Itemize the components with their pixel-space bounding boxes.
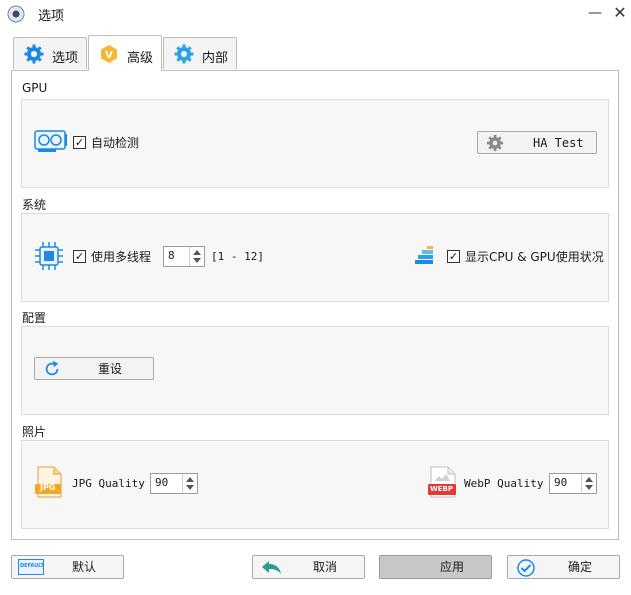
multithread-label: 使用多线程 <box>91 250 152 264</box>
cpu-chip-icon <box>35 242 63 270</box>
default-label: 默认 <box>72 560 97 574</box>
reset-button[interactable]: 重设 <box>34 357 154 380</box>
window-title: 选项 <box>38 9 65 24</box>
reset-label: 重设 <box>98 362 123 376</box>
chevron-up-icon <box>186 477 194 482</box>
ok-label: 确定 <box>568 560 593 574</box>
default-doc-icon: DEFAULT <box>18 559 44 575</box>
stepper-arrows[interactable] <box>182 474 197 493</box>
svg-text:V: V <box>105 50 113 61</box>
webp-quality-stepper[interactable]: 90 <box>549 473 597 494</box>
usage-stats-icon <box>415 246 433 264</box>
gpu-card-icon <box>34 130 67 152</box>
tab-advanced[interactable]: V 高级 <box>88 35 162 71</box>
cancel-label: 取消 <box>313 560 338 574</box>
chevron-up-icon <box>585 477 593 482</box>
tab-label: 高级 <box>127 51 154 66</box>
threads-stepper[interactable]: 8 <box>163 246 205 267</box>
chevron-down-icon <box>193 258 201 263</box>
ha-test-label: HA Test <box>533 136 584 150</box>
webp-quality-value: 90 <box>554 476 568 489</box>
show-usage-checkbox[interactable]: ✓ <box>447 250 460 263</box>
app-logo-icon <box>7 5 25 23</box>
jpg-badge-text: JPG <box>40 483 56 492</box>
stepper-arrows[interactable] <box>581 474 596 493</box>
section-label-system: 系统 <box>22 198 47 212</box>
gear-icon <box>486 134 504 152</box>
cancel-button[interactable]: 取消 <box>252 555 365 579</box>
auto-detect-checkbox[interactable]: ✓ <box>73 136 86 149</box>
minimize-button[interactable]: — <box>584 2 606 24</box>
section-label-gpu: GPU <box>22 81 48 95</box>
threads-range-text: [1 - 12] <box>211 250 264 263</box>
tab-internal[interactable]: 内部 <box>163 37 237 69</box>
v-badge-icon: V <box>101 45 117 63</box>
chevron-down-icon <box>186 485 194 490</box>
ha-test-button[interactable]: HA Test <box>477 131 597 154</box>
chevron-down-icon <box>585 485 593 490</box>
jpg-file-icon: JPG <box>34 466 64 498</box>
tab-label: 选项 <box>52 51 79 66</box>
refresh-icon <box>45 360 59 376</box>
title-bar: 选项 — ✕ <box>0 0 631 28</box>
gear-icon <box>174 44 194 64</box>
undo-arrow-icon <box>262 561 281 574</box>
stepper-arrows[interactable] <box>189 247 204 266</box>
auto-detect-label: 自动检测 <box>91 136 140 150</box>
show-usage-label: 显示CPU & GPU使用状况 <box>465 250 604 264</box>
webp-file-icon: WEBP <box>428 466 458 498</box>
section-label-photo: 照片 <box>22 425 47 439</box>
default-icon-text: DEFAULT <box>20 563 44 569</box>
webp-quality-label: WebP Quality <box>464 477 544 490</box>
gear-icon <box>24 44 44 64</box>
ok-button[interactable]: 确定 <box>507 555 620 579</box>
apply-button[interactable]: 应用 <box>379 555 492 579</box>
multithread-checkbox[interactable]: ✓ <box>73 250 86 263</box>
tab-label: 内部 <box>202 51 229 66</box>
chevron-up-icon <box>193 250 201 255</box>
jpg-quality-stepper[interactable]: 90 <box>150 473 198 494</box>
check-circle-icon <box>517 559 535 577</box>
section-label-config: 配置 <box>22 311 47 325</box>
jpg-quality-label: JPG Quality <box>72 477 145 490</box>
jpg-quality-value: 90 <box>155 476 169 489</box>
webp-badge-text: WEBP <box>430 485 453 493</box>
tab-options[interactable]: 选项 <box>13 37 87 69</box>
default-button[interactable]: DEFAULT 默认 <box>11 555 124 579</box>
apply-label: 应用 <box>440 560 465 574</box>
close-button[interactable]: ✕ <box>609 2 631 24</box>
threads-value: 8 <box>168 249 175 262</box>
